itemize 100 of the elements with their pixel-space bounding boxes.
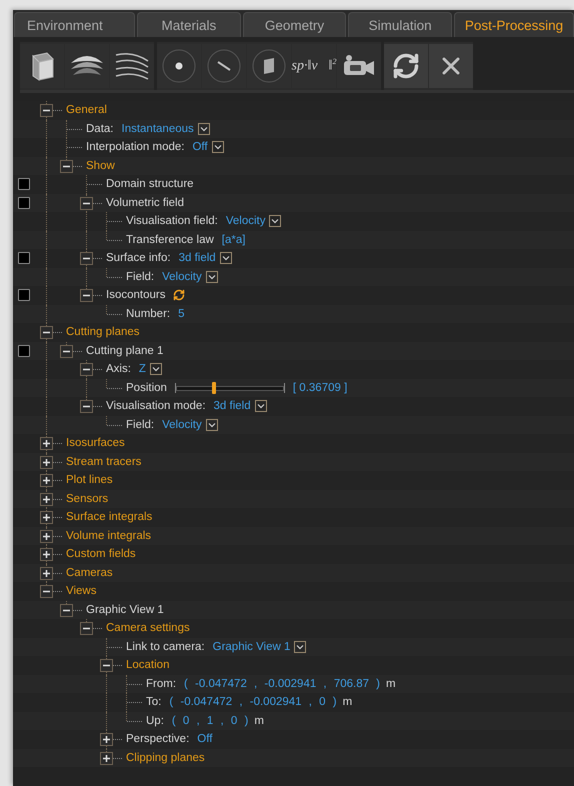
dropdown-icon[interactable]	[150, 363, 162, 376]
property-label: Cutting plane 1	[86, 344, 164, 357]
property-label: Graphic View 1	[86, 604, 164, 616]
section-title: Camera settings	[106, 622, 190, 634]
expand-icon[interactable]	[40, 566, 53, 580]
expand-icon[interactable]	[40, 548, 53, 561]
property-label: Visualisation mode:	[106, 400, 206, 412]
section-title: Cameras	[66, 566, 113, 579]
refresh-button[interactable]	[384, 44, 428, 88]
expand-icon[interactable]	[40, 511, 53, 524]
property-value[interactable]: 3d field	[178, 252, 216, 264]
section-title: Stream tracers	[66, 456, 142, 468]
vector-value[interactable]: ( -0.047472 , -0.002941 , 706.87 )	[184, 678, 380, 690]
section-title: Sensors	[66, 492, 108, 505]
dropdown-icon[interactable]	[220, 252, 232, 264]
checkbox[interactable]	[18, 196, 30, 209]
property-label: Field:	[126, 270, 154, 283]
collapse-icon[interactable]	[80, 252, 93, 265]
section-title: General	[66, 104, 107, 116]
vector-value[interactable]: ( -0.047472 , -0.002941 , 0 )	[169, 696, 337, 708]
collapse-icon[interactable]	[40, 585, 53, 598]
property-value[interactable]: Z	[138, 363, 146, 376]
section-title: Clipping planes	[126, 752, 205, 764]
collapse-icon[interactable]	[80, 622, 93, 635]
collapse-icon[interactable]	[60, 344, 73, 358]
tab[interactable]: Geometry	[242, 12, 346, 37]
property-value[interactable]: [a*a]	[222, 234, 246, 246]
property-value[interactable]: 5	[178, 308, 185, 320]
property-value[interactable]: [ 0.36709 ]	[292, 382, 348, 394]
property-value[interactable]: 3d field	[214, 400, 251, 412]
tab[interactable]: Post-Processing	[454, 12, 574, 37]
checkbox[interactable]	[18, 289, 30, 302]
tab[interactable]: Environment	[14, 12, 135, 37]
collapse-icon[interactable]	[40, 104, 53, 117]
tab[interactable]: Materials	[137, 12, 241, 37]
property-label: Number:	[126, 308, 170, 320]
dropdown-icon[interactable]	[254, 400, 267, 412]
checkbox[interactable]	[18, 178, 30, 190]
property-label: Volumetric field	[106, 196, 184, 209]
vector-value[interactable]: ( 0 , 1 , 0 )	[172, 714, 248, 727]
section-title: Plot lines	[66, 474, 113, 486]
slider-thumb[interactable]	[212, 382, 216, 394]
property-value[interactable]: Off	[197, 733, 212, 746]
position-slider[interactable]	[174, 382, 285, 393]
property-label: Field:	[126, 418, 154, 431]
property-label: Position	[126, 382, 167, 394]
property-value[interactable]: Velocity	[226, 215, 266, 228]
section-title: Location	[126, 659, 170, 672]
collapse-icon[interactable]	[100, 659, 113, 672]
expand-icon[interactable]	[40, 456, 53, 468]
point-icon	[162, 49, 196, 83]
property-value[interactable]: Instantaneous	[122, 122, 194, 135]
property-value[interactable]: Off	[192, 141, 208, 154]
property-label: Perspective:	[126, 733, 190, 746]
collapse-icon[interactable]	[60, 160, 73, 172]
expand-icon[interactable]	[100, 733, 113, 746]
dropdown-icon[interactable]	[206, 270, 218, 283]
property-label: To:	[146, 696, 162, 708]
property-value[interactable]: Velocity	[162, 270, 202, 283]
dropdown-icon[interactable]	[212, 141, 224, 154]
property-label: Domain structure	[106, 178, 194, 190]
property-label: Isocontours	[106, 289, 166, 302]
property-label: Link to camera:	[126, 640, 205, 653]
dropdown-icon[interactable]	[198, 122, 210, 135]
checkbox[interactable]	[18, 252, 30, 264]
expand-icon[interactable]	[100, 752, 113, 764]
dropdown-icon[interactable]	[206, 418, 218, 431]
collapse-icon[interactable]	[80, 196, 93, 210]
unit-label: m	[342, 696, 352, 708]
dropdown-icon[interactable]	[294, 640, 306, 653]
refresh-icon[interactable]	[173, 289, 186, 302]
property-label: From:	[146, 678, 176, 690]
dropdown-icon[interactable]	[269, 215, 282, 228]
section-title: Cutting planes	[66, 326, 140, 338]
expand-icon[interactable]	[40, 492, 53, 506]
expand-icon[interactable]	[40, 474, 53, 487]
property-label: Transference law	[126, 234, 214, 246]
collapse-icon[interactable]	[80, 289, 93, 302]
close-button[interactable]	[429, 44, 473, 88]
property-label: Visualisation field:	[126, 215, 218, 228]
collapse-icon[interactable]	[80, 363, 93, 376]
section-title: Views	[66, 585, 96, 598]
checkbox[interactable]	[18, 344, 30, 357]
property-value[interactable]: Graphic View 1	[212, 640, 290, 653]
section-title: Custom fields	[66, 548, 136, 560]
section-title: Show	[86, 160, 115, 172]
tab[interactable]: Simulation	[348, 12, 452, 37]
property-label: Surface info:	[106, 252, 171, 264]
streamlines-icon	[113, 51, 151, 81]
plane-icon	[252, 49, 286, 83]
property-value[interactable]: Velocity	[162, 418, 202, 431]
collapse-icon[interactable]	[80, 400, 93, 413]
collapse-icon[interactable]	[60, 604, 73, 616]
expand-icon[interactable]	[40, 530, 53, 542]
property-label: Data:	[86, 122, 114, 135]
section-title: Surface integrals	[66, 511, 152, 524]
section-title: Isosurfaces	[66, 437, 125, 450]
unit-label: m	[386, 678, 396, 690]
expand-icon[interactable]	[40, 437, 53, 450]
collapse-icon[interactable]	[40, 326, 53, 339]
